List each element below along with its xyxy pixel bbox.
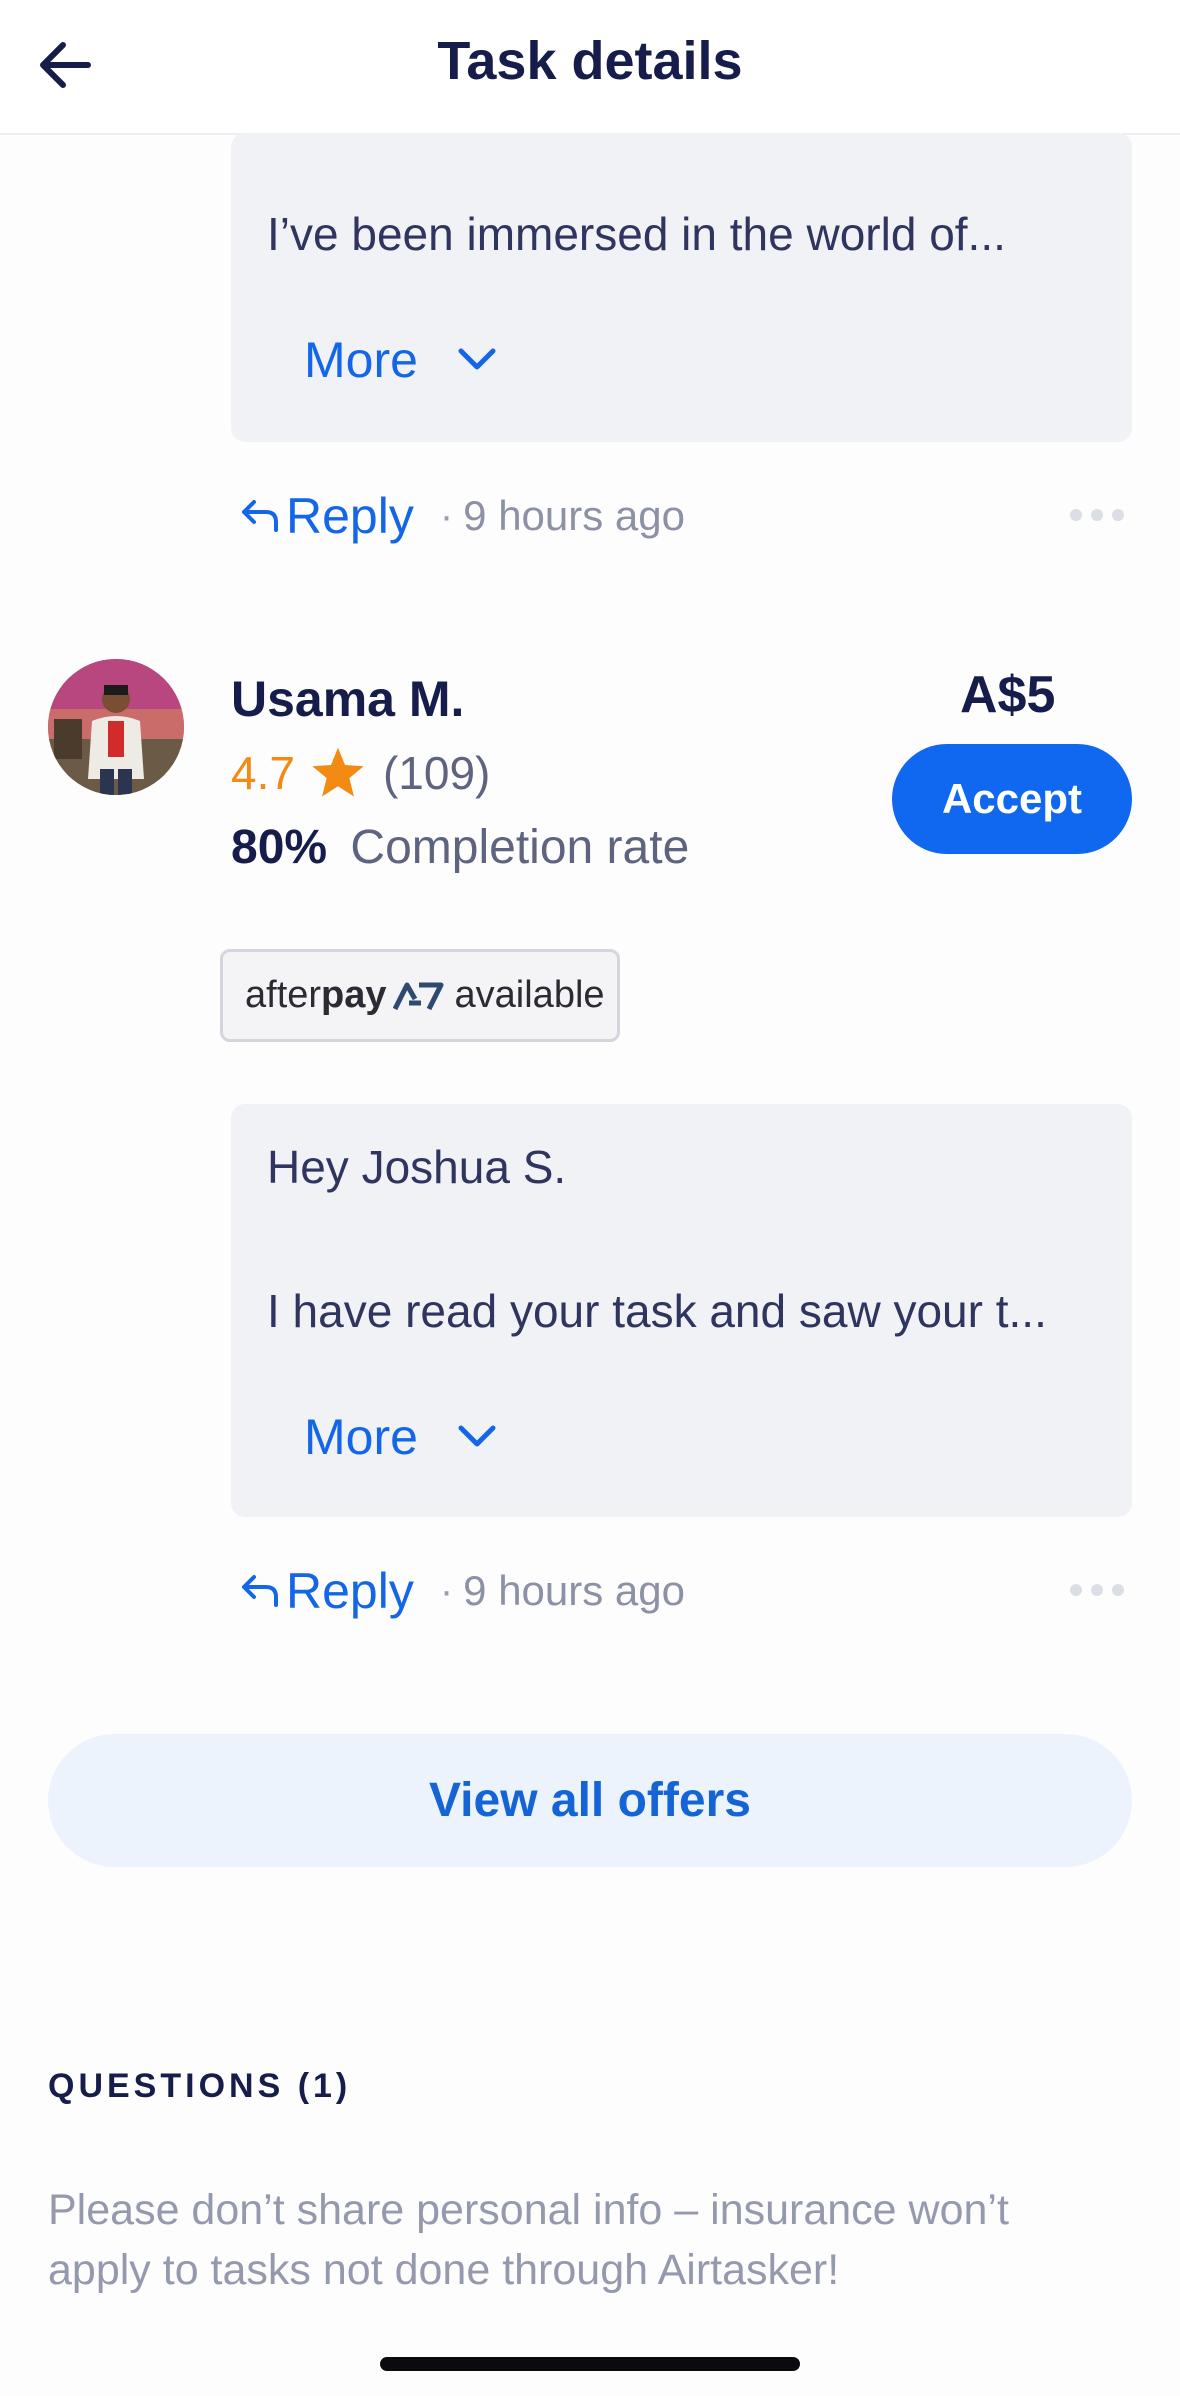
questions-heading: QUESTIONS (1) bbox=[48, 2067, 352, 2105]
chevron-down-icon bbox=[458, 1425, 496, 1447]
rating-value: 4.7 bbox=[231, 747, 295, 799]
afterpay-badge: after pay available bbox=[220, 949, 620, 1042]
reply-arrow-icon bbox=[242, 1575, 278, 1607]
view-all-offers-button[interactable]: View all offers bbox=[48, 1734, 1132, 1867]
more-label: More bbox=[304, 1409, 418, 1465]
more-label: More bbox=[304, 332, 418, 388]
star-icon bbox=[312, 747, 364, 797]
reply-label: Reply bbox=[286, 488, 414, 544]
offer-message-bubble: Hey Joshua S. I have read your task and … bbox=[231, 1104, 1132, 1517]
reply-button[interactable]: Reply bbox=[240, 487, 414, 545]
tasker-name[interactable]: Usama M. bbox=[231, 670, 464, 728]
offer-message-text: I’ve been immersed in the world of... bbox=[267, 208, 1006, 260]
completion-percent: 80% bbox=[231, 821, 328, 874]
reply-label: Reply bbox=[286, 1563, 414, 1619]
offer-reply-row: Reply · 9 hours ago bbox=[240, 1561, 685, 1621]
timestamp: 9 hours ago bbox=[463, 1567, 686, 1614]
page-title: Task details bbox=[437, 31, 743, 91]
more-button[interactable]: More bbox=[304, 331, 496, 389]
home-indicator[interactable] bbox=[380, 2357, 800, 2371]
separator-dot: · bbox=[439, 1568, 454, 1613]
completion-label: Completion rate bbox=[350, 821, 690, 874]
offer-reply-row: Reply · 9 hours ago bbox=[240, 486, 685, 546]
timestamp: 9 hours ago bbox=[463, 492, 686, 539]
more-options-icon[interactable] bbox=[1070, 509, 1124, 521]
more-button[interactable]: More bbox=[304, 1408, 496, 1466]
afterpay-available-label: available bbox=[454, 974, 605, 1016]
completion-rate: 80% Completion rate bbox=[231, 820, 689, 875]
review-count: (109) bbox=[382, 747, 491, 799]
privacy-notice: Please don’t share personal info – insur… bbox=[48, 2186, 1009, 2294]
tasker-photo bbox=[48, 659, 184, 795]
offer-message-text: I have read your task and saw your t... bbox=[267, 1285, 1047, 1337]
offer-message-bubble: I’ve been immersed in the world of... Mo… bbox=[231, 133, 1132, 442]
chevron-down-icon bbox=[458, 348, 496, 370]
offer-message-greeting: Hey Joshua S. bbox=[267, 1141, 567, 1193]
afterpay-brand-bold: pay bbox=[321, 974, 387, 1016]
separator-dot: · bbox=[439, 493, 454, 538]
rating-row: 4.7 (109) bbox=[231, 745, 490, 801]
reply-button[interactable]: Reply bbox=[240, 1562, 414, 1620]
avatar[interactable] bbox=[48, 659, 184, 795]
more-options-icon[interactable] bbox=[1070, 1584, 1124, 1596]
afterpay-logo-icon bbox=[392, 982, 444, 1010]
accept-button[interactable]: Accept bbox=[892, 744, 1132, 854]
top-app-bar: Task details bbox=[0, 0, 1180, 135]
offer-price: A$5 bbox=[960, 666, 1056, 724]
reply-arrow-icon bbox=[242, 500, 278, 532]
afterpay-brand-light: after bbox=[245, 974, 322, 1016]
